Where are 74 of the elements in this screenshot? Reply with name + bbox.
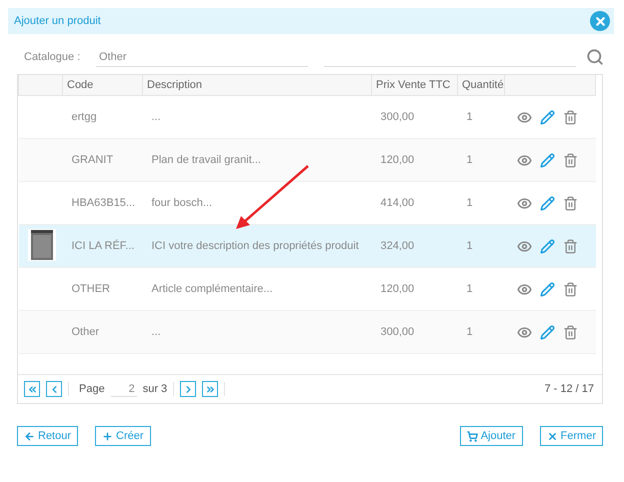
quantity-cell: 1 xyxy=(466,197,473,209)
double-chevron-right-icon xyxy=(204,384,216,394)
quantity-cell: 1 xyxy=(466,326,473,338)
description-cell: ... xyxy=(152,111,161,123)
close-icon xyxy=(546,430,558,442)
column-header: Quantité xyxy=(458,75,504,96)
eye-icon[interactable] xyxy=(516,196,532,210)
code-cell: GRANIT xyxy=(72,154,114,166)
quantity-cell: 1 xyxy=(466,111,473,123)
trash-icon[interactable] xyxy=(562,196,578,210)
trash-icon[interactable] xyxy=(562,152,578,168)
pencil-icon[interactable] xyxy=(540,282,554,296)
back-button[interactable]: Retour xyxy=(17,426,78,446)
add-button[interactable]: Ajouter xyxy=(460,426,523,446)
description-cell: Plan de travail granit... xyxy=(152,154,261,166)
price-cell: 300,00 xyxy=(380,111,414,123)
pencil-icon[interactable] xyxy=(540,238,554,254)
eye-icon[interactable] xyxy=(516,110,532,124)
trash-icon[interactable] xyxy=(562,238,578,254)
page-field[interactable]: 2 xyxy=(110,382,137,396)
page-label: Page xyxy=(79,383,105,395)
page-total: sur 3 xyxy=(142,383,168,395)
trash-icon[interactable] xyxy=(562,110,578,124)
pencil-icon[interactable] xyxy=(540,196,554,210)
code-cell: ertgg xyxy=(72,111,97,123)
code-cell: Other xyxy=(72,326,100,338)
description-cell: ... xyxy=(152,326,161,338)
code-cell: OTHER xyxy=(72,283,110,295)
product-row[interactable]: ertgg ... 300,00 1 xyxy=(18,96,596,138)
eye-icon[interactable] xyxy=(516,282,532,296)
price-cell: 324,00 xyxy=(380,240,414,252)
product-row[interactable]: Other ... 300,00 1 xyxy=(18,310,596,354)
price-cell: 414,00 xyxy=(380,197,414,209)
pencil-icon[interactable] xyxy=(540,324,554,340)
quantity-cell: 1 xyxy=(466,283,473,295)
arrow-left-icon xyxy=(24,430,35,442)
pencil-icon[interactable] xyxy=(540,110,554,124)
pencil-icon[interactable] xyxy=(540,152,554,168)
cart-icon xyxy=(466,430,478,442)
code-cell: ICI LA RÉF... xyxy=(72,240,134,252)
catalogue-label: Catalogue : xyxy=(24,51,82,63)
next-page-button[interactable] xyxy=(180,381,196,397)
quantity-cell: 1 xyxy=(466,240,473,252)
quantity-cell: 1 xyxy=(466,154,473,166)
trash-icon[interactable] xyxy=(562,282,578,296)
last-page-button[interactable] xyxy=(202,381,218,397)
column-header: Description xyxy=(142,75,372,96)
close-icon[interactable] xyxy=(590,11,610,31)
description-cell: four bosch... xyxy=(152,197,212,209)
code-cell: HBA63B15... xyxy=(72,197,136,209)
catalogue-field[interactable]: Other xyxy=(96,48,308,66)
product-row[interactable]: HBA63B15... four bosch... 414,00 1 xyxy=(18,182,596,224)
double-chevron-left-icon xyxy=(26,384,38,394)
search-icon[interactable] xyxy=(586,48,604,66)
eye-icon[interactable] xyxy=(516,152,532,168)
column-header: Code xyxy=(62,75,142,96)
price-cell: 120,00 xyxy=(380,283,414,295)
first-page-button[interactable] xyxy=(24,381,40,397)
plus-icon xyxy=(102,430,114,442)
record-range: 7 - 12 / 17 xyxy=(544,383,594,395)
eye-icon[interactable] xyxy=(516,324,532,340)
trash-icon[interactable] xyxy=(562,324,578,340)
close-button[interactable]: Fermer xyxy=(540,426,603,446)
create-button[interactable]: Créer xyxy=(95,426,151,446)
description-cell: Article complémentaire... xyxy=(152,283,273,295)
product-row[interactable]: GRANIT Plan de travail granit... 120,00 1 xyxy=(18,138,596,182)
dialog-title: Ajouter un produit xyxy=(14,15,101,27)
price-cell: 300,00 xyxy=(380,326,414,338)
description-cell: ICI votre description des propriétés produit xyxy=(152,240,359,252)
price-cell: 120,00 xyxy=(380,154,414,166)
column-header: Prix Vente TTC xyxy=(372,75,458,96)
eye-icon[interactable] xyxy=(516,238,532,254)
product-row[interactable]: OTHER Article complémentaire... 120,00 1 xyxy=(18,268,596,310)
previous-page-button[interactable] xyxy=(46,381,62,397)
